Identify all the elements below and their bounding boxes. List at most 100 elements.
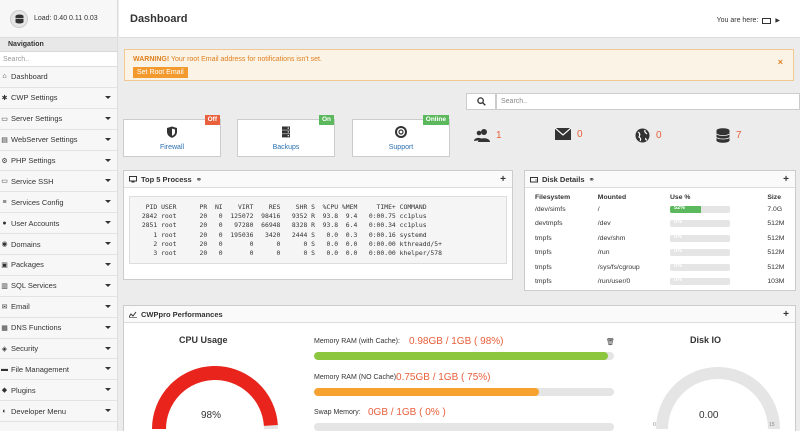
sidebar-item-services-config[interactable]: ≡ Services Config [0,192,117,214]
firewall-label: Firewall [159,144,185,151]
firewall-service[interactable]: Off Firewall [123,115,221,157]
backups-icon [282,126,290,138]
sidebar-item-security[interactable]: ◈ Security [0,338,117,360]
sidebar-item-label: Service SSH [11,176,54,186]
backups-service[interactable]: On Backups [237,115,335,157]
webserver-icon: ▤ [1,136,8,144]
sidebar-item-server-settings[interactable]: ▭ Server Settings [0,108,117,130]
sidebar-item-packages[interactable]: ▣ Packages [0,255,117,276]
expand-icon[interactable]: + [500,174,506,185]
sidebar-item-email[interactable]: ✉ Email [0,296,117,318]
ram-cache-bar [314,352,614,360]
sidebar-item-label: Security [11,344,39,354]
mounted-cell: /dev/shm [597,234,626,242]
chevron-down-icon [105,409,111,413]
ram-nocache-value: 0.75GB / 1GB ( 75%) [396,372,491,383]
nav-list: ⌂ Dashboard ✱ CWP Settings ▭ Server Settings ▤… [0,67,117,423]
sidebar-item-cwp-settings[interactable]: ✱ CWP Settings [0,87,117,109]
chevron-down-icon [105,242,111,246]
nav-search-input[interactable]: Search.. [0,52,117,67]
size-cell: 512M [767,234,785,242]
process-list: PID USER PR NI VIRT RES SHR S %CPU %MEM … [129,196,507,264]
support-service[interactable]: Online Support [352,115,450,157]
link-icon[interactable]: ⚭ [196,175,202,184]
chevron-down-icon [105,262,111,266]
sidebar-item-file-management[interactable]: ▬ File Management [0,359,117,381]
sidebar-item-dns-functions[interactable]: ▦ DNS Functions [0,317,117,339]
main-content: Dashboard You are here: ▶ WARNING! Your … [119,0,800,431]
sidebar-item-label: User Accounts [11,218,60,228]
link-icon[interactable]: ⚭ [589,175,595,184]
sidebar-item-label: Server Settings [11,114,63,124]
col-filesystem: Filesystem [535,193,571,201]
sidebar-item-plugins[interactable]: ◆ Plugins [0,380,117,402]
filesystem-cell: tmpfs [535,263,552,271]
domains-stat[interactable]: 0 [635,128,662,143]
sidebar: Load: 0.40 0.11 0.03 Navigation Search..… [0,0,118,431]
ram-cache-fill [314,352,608,360]
warning-message: Your root Email address for notification… [169,56,322,63]
use-percent: 0% [674,249,682,255]
chevron-down-icon [105,179,111,183]
sidebar-item-label: Plugins [11,385,36,395]
use-bar: 0% [670,263,731,271]
ram-cache-value: 0.98GB / 1GB ( 98%) [409,336,504,347]
set-root-email-button[interactable]: Set Root Email [133,67,188,78]
expand-icon[interactable]: + [783,174,789,185]
databases-count: 7 [736,130,742,141]
close-icon[interactable]: × [778,57,783,67]
performances-panel: CWPpro Performances + CPU Usage 98% Memo… [123,305,796,431]
expand-icon[interactable]: + [783,309,789,320]
sidebar-item-dashboard[interactable]: ⌂ Dashboard [0,67,117,88]
mail-stat[interactable]: 0 [555,128,583,140]
chevron-down-icon [105,221,111,225]
sidebar-item-label: Domains [11,239,41,249]
chevron-down-icon [105,283,111,287]
size-cell: 512M [767,249,785,257]
top5-process-panel: Top 5 Process ⚭ + PID USER PR NI VIRT RE… [123,170,513,280]
trash-icon[interactable]: 🗑 [606,338,615,346]
mounted-cell: /sys/fs/cgroup [597,263,640,271]
sidebar-item-user-accounts[interactable]: ● User Accounts [0,213,117,235]
wrench-icon: ✱ [1,94,8,102]
backups-label: Backups [272,144,300,151]
filesystem-cell: tmpfs [535,278,552,286]
chevron-down-icon [105,137,111,141]
sidebar-item-service-ssh[interactable]: ▭ Service SSH [0,171,117,193]
load-average: Load: 0.40 0.11 0.03 [34,15,98,22]
databases-stat[interactable]: 7 [716,128,742,143]
cpu-usage-title: CPU Usage [179,335,228,345]
globe-icon: ◉ [1,241,8,249]
search-icon [476,97,486,106]
sidebar-item-sql-services[interactable]: ▥ SQL Services [0,275,117,297]
sidebar-item-label: Services Config [11,197,64,207]
support-icon [395,126,407,138]
chevron-down-icon [105,95,111,99]
user-icon: ● [2,219,7,227]
search-input[interactable]: Search.. [496,93,800,110]
sidebar-item-webserver-settings[interactable]: ▤ WebServer Settings [0,129,117,151]
sidebar-item-label: File Management [11,364,69,374]
sidebar-item-label: WebServer Settings [11,135,78,145]
chevron-down-icon [105,367,111,371]
ram-nocache-fill [314,388,539,396]
use-percent: 52% [674,205,686,211]
use-bar: 52% [670,205,731,213]
sidebar-item-developer-menu[interactable]: ◐ Developer Menu [0,401,117,423]
dns-icon: ▦ [1,324,8,332]
disk-details-panel: Disk Details ⚭ + Filesystem Mounted Use … [524,170,796,291]
plugin-icon: ◆ [1,387,8,395]
disk-table: Filesystem Mounted Use % Size /dev/simfs… [525,192,795,289]
chevron-right-icon[interactable]: ▶ [775,17,780,24]
sidebar-item-php-settings[interactable]: ⚙ PHP Settings [0,150,117,172]
folder-icon: ▬ [1,365,8,373]
chevron-down-icon [105,325,111,329]
search-button[interactable] [466,93,496,110]
sidebar-item-domains[interactable]: ◉ Domains [0,234,117,256]
list-icon: ≡ [2,198,7,206]
monitor-icon[interactable] [762,17,772,24]
users-stat[interactable]: 1 [474,128,502,142]
table-row: /dev/simfs / 52% 7.0G [525,202,795,217]
breadcrumb: You are here: ▶ [717,17,780,24]
firewall-status-badge: Off [204,115,220,125]
